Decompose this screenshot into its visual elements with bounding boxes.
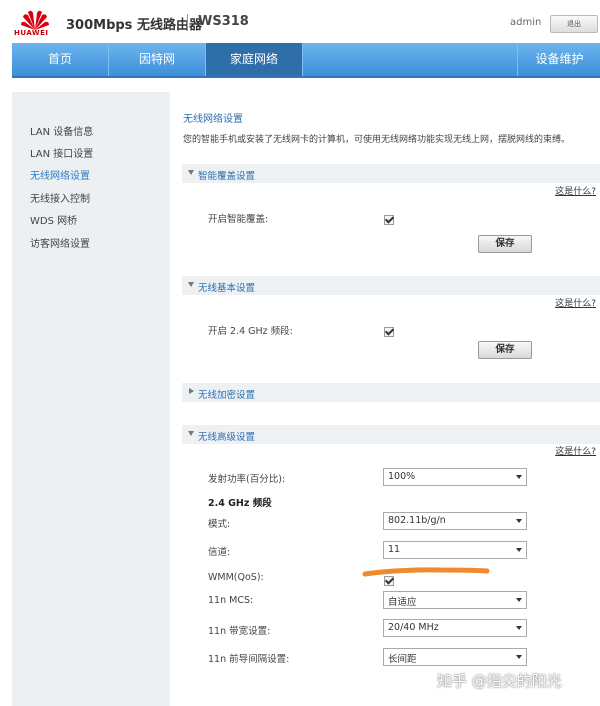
sidebar-item-wds-bridge[interactable]: WDS 网桥 [30,212,77,227]
section-wireless-encryption[interactable]: 无线加密设置 [182,383,600,402]
channel-label: 信道: [208,547,231,558]
page-description: 您的智能手机或安装了无线网卡的计算机，可使用无线网络功能实现无线上网，摆脱网线的… [183,135,571,145]
nav-internet[interactable]: 因特网 [109,43,206,76]
section-label: 智能覆盖设置 [198,171,256,182]
sidebar-item-lan-device-info[interactable]: LAN 设备信息 [30,123,93,138]
chevron-right-icon [189,388,194,394]
product-name: 300Mbps 无线路由器 [66,18,202,33]
nav-home-network[interactable]: 家庭网络 [206,43,303,76]
enable-24ghz-label: 开启 2.4 GHz 频段: [208,326,293,337]
save-button-basic[interactable]: 保存 [478,341,532,359]
dropdown-arrow-icon [516,598,522,602]
nav-home[interactable]: 首页 [12,43,109,76]
save-button-smart[interactable]: 保存 [478,235,532,253]
user-name: admin [510,17,542,28]
dropdown-arrow-icon [516,626,522,630]
wmm-label: WMM(QoS): [208,572,264,583]
section-wireless-advanced[interactable]: 无线高级设置 [182,425,600,444]
section-smart-coverage[interactable]: 智能覆盖设置 [182,164,600,183]
bandwidth-label: 11n 带宽设置: [208,626,271,637]
help-link[interactable]: 这是什么? [555,296,596,309]
mcs-label: 11n MCS: [208,595,254,606]
logout-button[interactable]: 退出 [550,15,598,33]
channel-select[interactable]: 11 [383,541,527,559]
guard-interval-select[interactable]: 长间距 [383,648,527,666]
tx-power-label: 发射功率(百分比): [208,474,286,485]
chevron-down-icon [188,170,194,175]
mode-select[interactable]: 802.11b/g/n [383,512,527,530]
sidebar: LAN 设备信息 LAN 接口设置 无线网络设置 无线接入控制 WDS 网桥 访… [12,92,170,706]
sidebar-item-lan-interface[interactable]: LAN 接口设置 [30,145,93,160]
chevron-down-icon [188,431,194,436]
tx-power-select[interactable]: 100% [383,468,527,486]
mcs-select[interactable]: 自适应 [383,591,527,609]
brand-text: HUAWEI [14,29,49,37]
section-label: 无线基本设置 [198,283,256,294]
smart-coverage-label: 开启智能覆盖: [208,214,269,225]
header: HUAWEI 300Mbps 无线路由器 WS318 admin 退出 [0,0,600,44]
section-wireless-basic[interactable]: 无线基本设置 [182,276,600,295]
annotation-stroke [362,567,490,577]
model-name: WS318 [198,14,249,29]
smart-coverage-checkbox[interactable] [384,215,394,225]
main-nav: 首页 因特网 家庭网络 设备维护 [12,43,600,78]
dropdown-arrow-icon [516,475,522,479]
sidebar-item-guest-network[interactable]: 访客网络设置 [30,235,90,250]
section-label: 无线高级设置 [198,432,256,443]
band-heading: 2.4 GHz 频段 [208,498,272,509]
chevron-down-icon [188,282,194,287]
sidebar-item-wireless-access-control[interactable]: 无线接入控制 [30,190,90,205]
dropdown-arrow-icon [516,655,522,659]
sidebar-item-wireless-settings[interactable]: 无线网络设置 [30,167,90,182]
mode-label: 模式: [208,519,231,530]
help-link[interactable]: 这是什么? [555,444,596,457]
help-link[interactable]: 这是什么? [555,184,596,197]
page-title: 无线网络设置 [183,114,243,125]
bandwidth-select[interactable]: 20/40 MHz [383,619,527,637]
guard-interval-label: 11n 前导间隔设置: [208,654,290,665]
main-content: 无线网络设置 您的智能手机或安装了无线网卡的计算机，可使用无线网络功能实现无线上… [170,92,600,706]
dropdown-arrow-icon [516,519,522,523]
wmm-checkbox[interactable] [384,576,394,586]
enable-24ghz-checkbox[interactable] [384,327,394,337]
section-label: 无线加密设置 [198,390,256,401]
title-separator [187,14,188,30]
dropdown-arrow-icon [516,548,522,552]
watermark: 知乎 @指尖的阳光 [437,672,562,690]
nav-device-maintenance[interactable]: 设备维护 [517,43,600,76]
